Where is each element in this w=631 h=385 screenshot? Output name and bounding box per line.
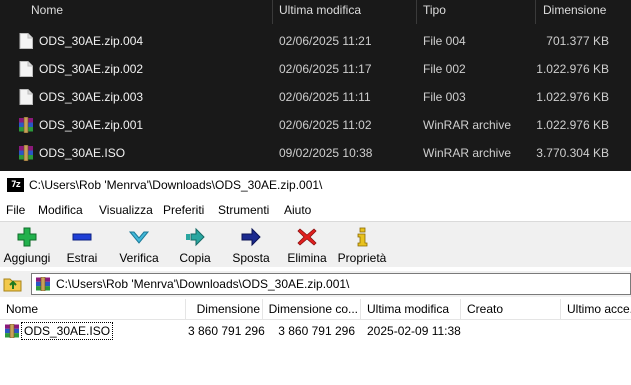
info-button[interactable]: Proprietà bbox=[334, 224, 390, 268]
column-name[interactable]: Nome bbox=[31, 0, 63, 24]
extract-label: Estrai bbox=[66, 251, 98, 265]
column-packed-size[interactable]: Dimensione co... bbox=[265, 299, 358, 320]
add-button[interactable]: Aggiungi bbox=[0, 224, 54, 268]
menu-favorites[interactable]: Preferiti bbox=[163, 199, 204, 221]
menu-bar: File Modifica Visualizza Preferiti Strum… bbox=[0, 199, 631, 221]
table-row[interactable]: ODS_30AE.ISO 3 860 791 296 3 860 791 296… bbox=[0, 321, 631, 341]
test-button[interactable]: Verifica bbox=[112, 224, 166, 268]
blank-file-icon bbox=[19, 61, 33, 77]
file-name: ODS_30AE.zip.004 bbox=[39, 34, 144, 48]
menu-view[interactable]: Visualizza bbox=[99, 199, 153, 221]
address-bar: C:\Users\Rob 'Menrva'\Downloads\ODS_30AE… bbox=[0, 271, 631, 297]
file-type: File 004 bbox=[423, 34, 466, 48]
menu-edit[interactable]: Modifica bbox=[38, 199, 83, 221]
row-name: ODS_30AE.ISO bbox=[21, 322, 114, 340]
file-row[interactable]: ODS_30AE.zip.003 02/06/2025 11:11 File 0… bbox=[0, 83, 631, 111]
column-modified[interactable]: Ultima modifica bbox=[279, 0, 361, 24]
blank-file-icon bbox=[19, 33, 33, 49]
move-arrow-icon bbox=[241, 227, 261, 247]
move-button[interactable]: Sposta bbox=[226, 224, 276, 268]
file-row[interactable]: ODS_30AE.zip.002 02/06/2025 11:17 File 0… bbox=[0, 55, 631, 83]
file-type: File 002 bbox=[423, 62, 466, 76]
sevenzip-window: 7z C:\Users\Rob 'Menrva'\Downloads\ODS_3… bbox=[0, 171, 631, 385]
move-label: Sposta bbox=[232, 251, 270, 265]
copy-arrow-icon bbox=[186, 227, 205, 247]
minus-icon bbox=[72, 233, 92, 241]
check-icon bbox=[128, 231, 150, 244]
column-size[interactable]: Dimensione bbox=[188, 299, 260, 320]
folder-up-icon[interactable] bbox=[3, 275, 23, 293]
file-modified: 02/06/2025 11:02 bbox=[279, 118, 372, 132]
file-name: ODS_30AE.zip.001 bbox=[39, 118, 144, 132]
file-row[interactable]: ODS_30AE.zip.004 02/06/2025 11:21 File 0… bbox=[0, 27, 631, 55]
copy-label: Copia bbox=[179, 251, 211, 265]
row-modified: 2025-02-09 11:38 bbox=[367, 324, 461, 338]
column-divider[interactable] bbox=[272, 0, 273, 24]
file-size: 1.022.976 KB bbox=[536, 90, 609, 104]
file-size: 3.770.304 KB bbox=[536, 146, 609, 160]
list-column-header: Nome Dimensione Dimensione co... Ultima … bbox=[0, 299, 631, 320]
file-modified: 02/06/2025 11:11 bbox=[279, 90, 371, 104]
file-explorer-list: Nome Ultima modifica Tipo Dimensione ODS… bbox=[0, 0, 631, 171]
file-type: WinRAR archive bbox=[423, 146, 512, 160]
column-divider[interactable] bbox=[262, 299, 263, 320]
file-modified: 09/02/2025 10:38 bbox=[279, 146, 373, 160]
row-packed-size: 3 860 791 296 bbox=[278, 324, 355, 338]
file-name: ODS_30AE.zip.003 bbox=[39, 90, 144, 104]
add-label: Aggiungi bbox=[3, 251, 51, 265]
column-divider[interactable] bbox=[360, 299, 361, 320]
column-divider[interactable] bbox=[560, 299, 561, 320]
column-modified[interactable]: Ultima modifica bbox=[367, 299, 459, 320]
test-label: Verifica bbox=[119, 251, 159, 265]
file-name: ODS_30AE.ISO bbox=[39, 146, 126, 160]
file-name: ODS_30AE.zip.002 bbox=[39, 62, 144, 76]
row-size: 3 860 791 296 bbox=[188, 324, 265, 338]
window-title: C:\Users\Rob 'Menrva'\Downloads\ODS_30AE… bbox=[29, 178, 323, 192]
menu-tools[interactable]: Strumenti bbox=[218, 199, 269, 221]
explorer-column-header: Nome Ultima modifica Tipo Dimensione bbox=[0, 0, 631, 24]
column-size[interactable]: Dimensione bbox=[543, 0, 606, 24]
address-path: C:\Users\Rob 'Menrva'\Downloads\ODS_30AE… bbox=[56, 277, 350, 291]
menu-help[interactable]: Aiuto bbox=[284, 199, 311, 221]
file-row[interactable]: ODS_30AE.zip.001 02/06/2025 11:02 WinRAR… bbox=[0, 111, 631, 139]
file-modified: 02/06/2025 11:21 bbox=[279, 34, 372, 48]
blank-file-icon bbox=[19, 89, 33, 105]
file-size: 1.022.976 KB bbox=[536, 118, 609, 132]
info-label: Proprietà bbox=[337, 251, 387, 265]
delete-button[interactable]: Elimina bbox=[282, 224, 332, 268]
menu-file[interactable]: File bbox=[6, 199, 25, 221]
winrar-icon bbox=[19, 117, 33, 133]
toolbar: Aggiungi Estrai Verifica Copia Sposta El… bbox=[0, 221, 631, 267]
address-input[interactable]: C:\Users\Rob 'Menrva'\Downloads\ODS_30AE… bbox=[31, 273, 631, 295]
delete-label: Elimina bbox=[287, 251, 327, 265]
delete-x-icon bbox=[297, 228, 317, 246]
column-divider[interactable] bbox=[460, 299, 461, 320]
column-accessed[interactable]: Ultimo acce... bbox=[567, 299, 631, 320]
winrar-icon bbox=[5, 324, 19, 338]
file-row[interactable]: ODS_30AE.ISO 09/02/2025 10:38 WinRAR arc… bbox=[0, 139, 631, 167]
copy-button[interactable]: Copia bbox=[170, 224, 220, 268]
info-icon bbox=[357, 227, 368, 247]
winrar-icon bbox=[36, 277, 50, 291]
column-type[interactable]: Tipo bbox=[423, 0, 446, 24]
file-size: 1.022.976 KB bbox=[536, 62, 609, 76]
column-divider[interactable] bbox=[535, 0, 536, 24]
window-title-bar[interactable]: 7z C:\Users\Rob 'Menrva'\Downloads\ODS_3… bbox=[0, 171, 631, 199]
column-created[interactable]: Creato bbox=[467, 299, 559, 320]
plus-icon bbox=[17, 227, 37, 247]
file-size: 701.377 KB bbox=[546, 34, 609, 48]
column-divider[interactable] bbox=[185, 299, 186, 320]
extract-button[interactable]: Estrai bbox=[58, 224, 106, 268]
winrar-icon bbox=[19, 145, 33, 161]
sevenzip-logo-icon: 7z bbox=[7, 178, 24, 192]
file-modified: 02/06/2025 11:17 bbox=[279, 62, 372, 76]
file-type: WinRAR archive bbox=[423, 118, 512, 132]
column-divider[interactable] bbox=[416, 0, 417, 24]
column-name[interactable]: Nome bbox=[6, 299, 176, 320]
file-type: File 003 bbox=[423, 90, 466, 104]
archive-file-list: Nome Dimensione Dimensione co... Ultima … bbox=[0, 299, 631, 385]
